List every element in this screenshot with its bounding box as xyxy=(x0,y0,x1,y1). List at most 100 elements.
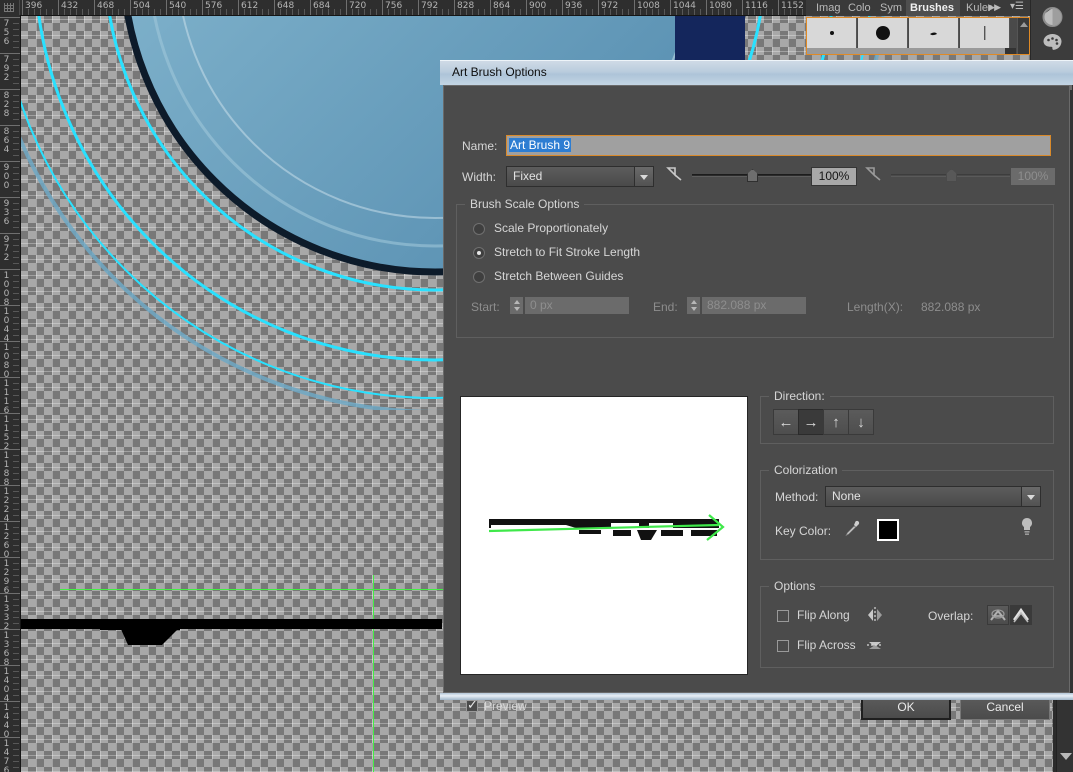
panel-tab-sym[interactable]: Sym xyxy=(876,0,904,16)
ruler-tick-minor xyxy=(592,9,593,15)
ruler-tick-minor xyxy=(13,287,19,288)
brushes-v-scrollbar[interactable] xyxy=(1017,18,1029,54)
ruler-tick-minor xyxy=(13,515,19,516)
color-palette-icon[interactable] xyxy=(1039,30,1066,54)
brushes-panel[interactable] xyxy=(806,17,1030,55)
ruler-tick-minor xyxy=(13,299,19,300)
start-stepper[interactable] xyxy=(509,296,524,315)
brush-name-input[interactable]: Art Brush 9 xyxy=(506,135,1051,156)
panel-expand-icon[interactable]: ▶▶ xyxy=(988,2,1001,13)
overlap-adjust-button[interactable] xyxy=(987,605,1009,625)
ruler-tick-minor xyxy=(712,9,713,15)
ruler-tick-minor xyxy=(13,425,19,426)
ruler-tick-minor xyxy=(13,209,19,210)
ruler-tick-minor xyxy=(622,9,623,15)
panel-tab-colo[interactable]: Colo xyxy=(844,0,874,16)
ruler-tick-minor xyxy=(13,461,19,462)
ruler-tick-label: 756 xyxy=(3,19,10,47)
width-slider-2[interactable] xyxy=(891,167,1011,183)
brush-swatch[interactable] xyxy=(909,18,959,48)
width-mode-select[interactable]: Fixed xyxy=(506,166,654,187)
ruler-tick-minor xyxy=(13,155,19,156)
ruler-tick-minor xyxy=(13,401,19,402)
panel-tab-imag[interactable]: Imag xyxy=(812,0,842,16)
brush-swatch[interactable] xyxy=(858,18,908,48)
ruler-tick-minor xyxy=(13,677,19,678)
ruler-tick-minor xyxy=(424,9,425,15)
ruler-tick-minor xyxy=(430,9,431,15)
rotate-view-icon[interactable] xyxy=(1039,5,1066,29)
ruler-tick-minor xyxy=(13,635,19,636)
ruler-tick-minor xyxy=(13,509,19,510)
ruler-tick-minor xyxy=(358,9,359,15)
ruler-tick-minor xyxy=(148,9,149,15)
ruler-tick-minor xyxy=(13,215,19,216)
direction-down-button[interactable]: ↓ xyxy=(848,409,874,435)
panel-menu-icon[interactable]: ▾☰ xyxy=(1010,1,1024,12)
flip-across-icon xyxy=(867,642,883,649)
colorization-method-select[interactable]: None xyxy=(825,486,1041,507)
ruler-tick-minor xyxy=(13,131,19,132)
key-color-swatch[interactable] xyxy=(877,519,899,541)
ruler-tick-minor xyxy=(694,9,695,15)
brush-swatch[interactable] xyxy=(960,18,1010,48)
flip-across-checkbox[interactable] xyxy=(777,640,789,652)
ruler-tick-minor xyxy=(28,9,29,15)
slider-knob[interactable] xyxy=(946,169,957,182)
brushes-h-scrollbar[interactable] xyxy=(807,48,1016,54)
width-slider-1[interactable] xyxy=(692,167,812,183)
scroll-down-arrow-icon[interactable] xyxy=(1060,753,1072,760)
ruler-tick-minor xyxy=(13,443,19,444)
panel-tab-brushes[interactable]: Brushes xyxy=(906,0,960,16)
direction-right-button[interactable]: → xyxy=(798,409,824,435)
ruler-tick-minor xyxy=(13,683,19,684)
preview-checkbox[interactable] xyxy=(466,697,478,713)
ruler-tick-minor xyxy=(13,581,19,582)
ruler-tick-minor xyxy=(13,545,19,546)
ruler-tick-minor xyxy=(13,719,19,720)
ruler-tick-minor xyxy=(13,113,19,114)
ruler-corner[interactable] xyxy=(0,0,20,15)
end-input[interactable]: 882.088 px xyxy=(701,296,807,315)
ruler-vertical[interactable]: 756 792 828 864 900 936 972 1008 1044 1080 1116 115… xyxy=(0,15,21,772)
start-input[interactable]: 0 px xyxy=(524,296,630,315)
ruler-tick-minor xyxy=(88,9,89,15)
ruler-tick-minor xyxy=(220,9,221,15)
ruler-tick-minor xyxy=(298,9,299,15)
ruler-tick-minor xyxy=(256,9,257,15)
brush-swatch[interactable] xyxy=(807,18,857,48)
ruler-tick-minor xyxy=(13,107,19,108)
direction-left-button[interactable]: ← xyxy=(773,409,799,435)
ruler-tick-minor xyxy=(13,221,19,222)
dialog-titlebar[interactable]: Art Brush Options xyxy=(440,60,1073,85)
key-color-label: Key Color: xyxy=(775,524,832,538)
ruler-tick-minor xyxy=(64,9,65,15)
radio-stretch-between-guides[interactable] xyxy=(473,271,485,283)
radio-stretch-to-fit[interactable] xyxy=(473,247,485,259)
ruler-tick-minor xyxy=(13,419,19,420)
ruler-tick-minor xyxy=(13,497,19,498)
ruler-tick-minor xyxy=(226,9,227,15)
ruler-tick-minor xyxy=(748,9,749,15)
ruler-tick-minor xyxy=(13,365,19,366)
preview-label: Preview xyxy=(484,699,527,713)
lightbulb-icon[interactable] xyxy=(1019,517,1035,537)
flip-along-checkbox[interactable] xyxy=(777,610,789,622)
slider-knob[interactable] xyxy=(747,169,758,182)
chevron-down-icon[interactable] xyxy=(1021,487,1040,506)
direction-up-button[interactable]: ↑ xyxy=(823,409,849,435)
end-stepper[interactable] xyxy=(686,296,701,315)
chevron-down-icon[interactable] xyxy=(634,167,653,186)
ruler-tick-minor xyxy=(13,149,19,150)
ruler-tick-minor xyxy=(364,9,365,15)
eyedropper-icon[interactable] xyxy=(844,519,862,537)
ruler-tick-minor xyxy=(13,119,19,120)
ruler-tick-minor xyxy=(13,293,19,294)
ruler-tick-minor xyxy=(13,41,19,42)
overlap-keep-button[interactable] xyxy=(1010,605,1032,625)
ruler-tick-minor xyxy=(13,95,19,96)
ruler-tick-minor xyxy=(304,9,305,15)
radio-scale-proportionately[interactable] xyxy=(473,223,485,235)
width-value-1[interactable]: 100% xyxy=(811,167,857,186)
width-value-2[interactable]: 100% xyxy=(1010,167,1056,186)
